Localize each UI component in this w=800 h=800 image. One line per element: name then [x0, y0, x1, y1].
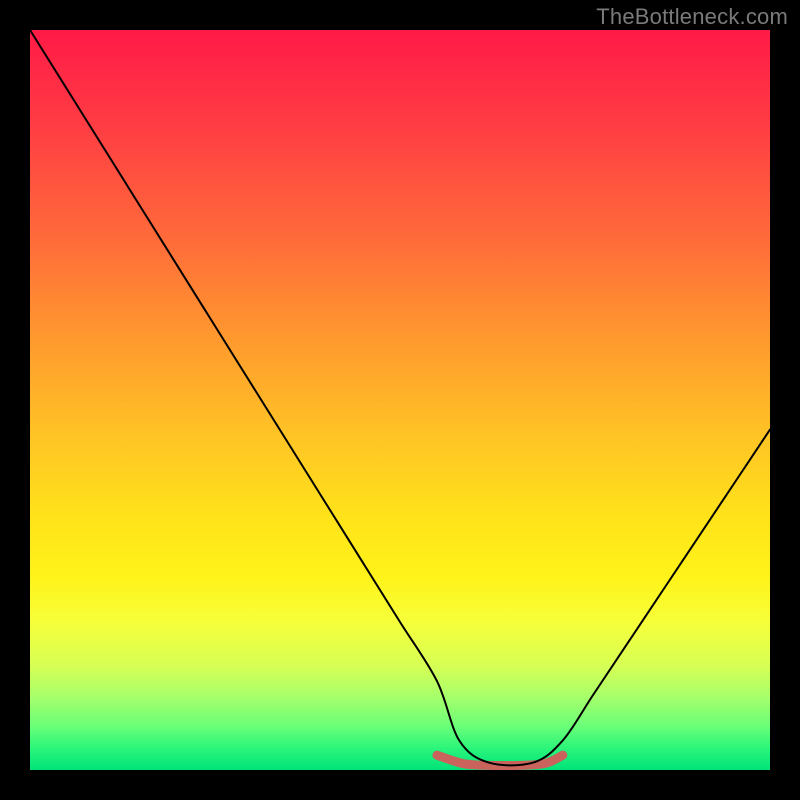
watermark-text: TheBottleneck.com: [596, 4, 788, 30]
v-curve-path: [30, 30, 770, 765]
chart-svg: [30, 30, 770, 770]
plot-area: [30, 30, 770, 770]
chart-frame: TheBottleneck.com: [0, 0, 800, 800]
